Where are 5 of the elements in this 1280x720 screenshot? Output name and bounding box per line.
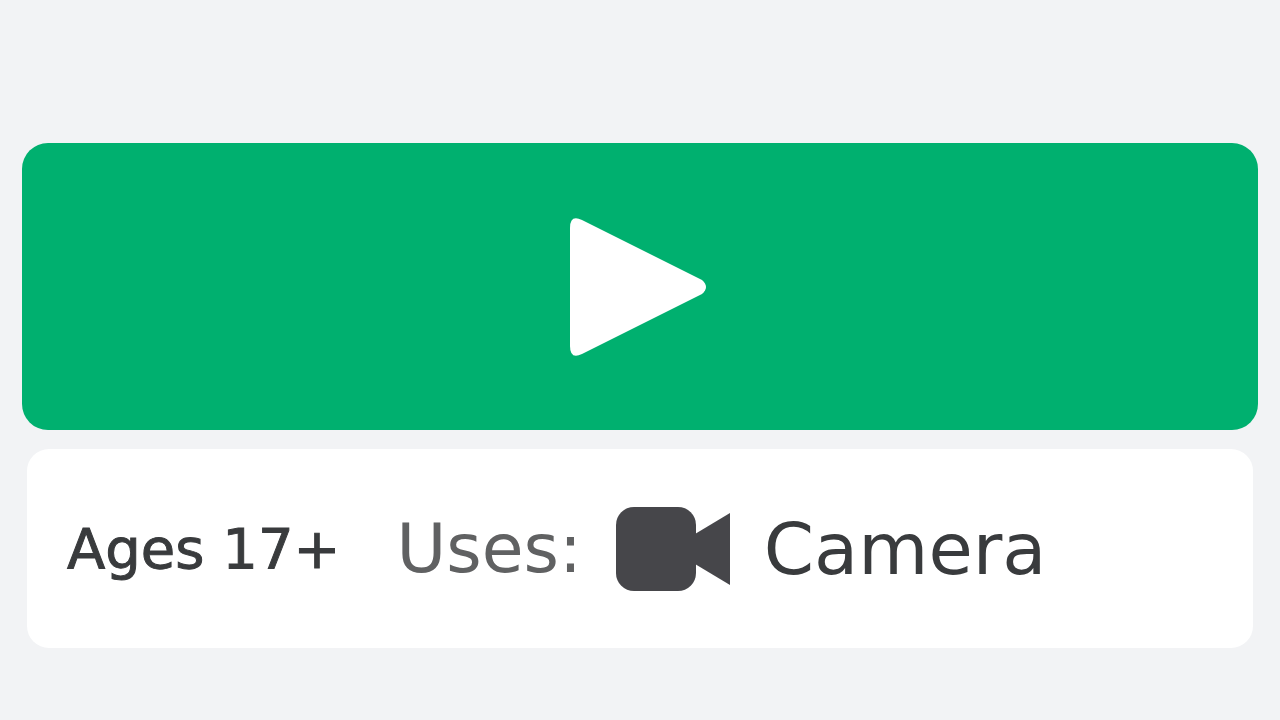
age-rating: Ages 17+ [67,516,341,581]
video-camera-icon [615,506,730,591]
uses-item-label: Camera [763,506,1047,591]
play-button[interactable] [22,143,1258,430]
uses-label: Uses: [396,509,582,588]
